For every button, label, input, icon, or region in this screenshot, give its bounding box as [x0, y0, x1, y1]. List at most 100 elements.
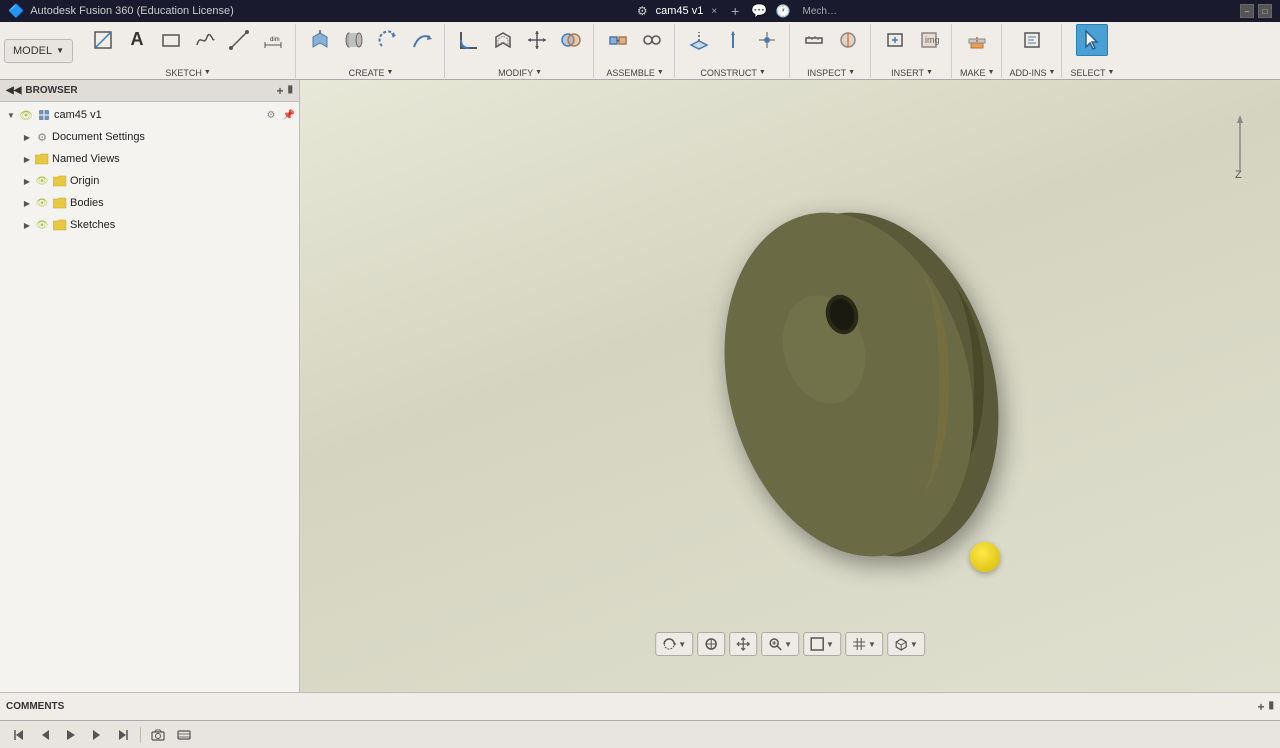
display-mode-btn[interactable]: ▼	[803, 632, 841, 656]
make-3dprint-btn[interactable]	[961, 24, 993, 56]
tree-arrow-bodies: ▶	[20, 199, 34, 208]
line-btn[interactable]	[223, 24, 255, 56]
modify-move-btn[interactable]	[521, 24, 553, 56]
inspect-section-btn[interactable]	[832, 24, 864, 56]
inspect-measure-btn[interactable]	[798, 24, 830, 56]
rectangle-btn[interactable]	[155, 24, 187, 56]
comments-add-btn[interactable]: +	[1257, 700, 1264, 714]
insert-svg-btn[interactable]	[879, 24, 911, 56]
create-sweep-btn[interactable]	[406, 24, 438, 56]
modify-label[interactable]: MODIFY ▼	[498, 68, 542, 78]
assemble-joint-btn[interactable]	[602, 24, 634, 56]
tree-arrow-root: ▼	[4, 111, 18, 120]
timeline-settings-btn[interactable]	[173, 724, 195, 746]
tree-item-root[interactable]: ▼ 👁 cam45 v1 ⚙ 📌	[0, 104, 299, 126]
3d-disk	[694, 185, 1014, 588]
grid-btn[interactable]: ▼	[845, 632, 883, 656]
browser-collapse-icon[interactable]: ◀◀	[6, 85, 21, 96]
insert-canvas-btn[interactable]: img	[913, 24, 945, 56]
minimize-btn[interactable]: –	[1240, 4, 1254, 18]
create-pipe-btn[interactable]	[338, 24, 370, 56]
browser-expand-btn[interactable]: ▮	[287, 84, 293, 98]
toolbar-section-select: SELECT ▼	[1064, 24, 1120, 78]
named-views-label: Named Views	[52, 153, 299, 165]
root-pin-icon[interactable]: 📌	[281, 107, 297, 123]
comments-panel: COMMENTS + ▮	[0, 692, 1280, 720]
timeline-next-btn[interactable]	[86, 724, 108, 746]
root-settings-icon[interactable]: ⚙	[263, 107, 279, 123]
toolbar-section-sketch: A dim SKETCH ▼	[81, 24, 296, 78]
sketch-label[interactable]: SKETCH ▼	[165, 68, 210, 78]
sketch-btn[interactable]	[87, 24, 119, 56]
select-btn[interactable]	[1076, 24, 1108, 56]
tab-bar[interactable]: ⚙ cam45 v1 × + 💬 🕐 Mech…	[234, 3, 1240, 19]
window-controls[interactable]: – □	[1240, 4, 1272, 18]
timeline-last-btn[interactable]	[112, 724, 134, 746]
maximize-btn[interactable]: □	[1258, 4, 1272, 18]
text-btn[interactable]: A	[121, 24, 153, 56]
modify-fillet-btn[interactable]	[453, 24, 485, 56]
tree-item-sketches[interactable]: ▶ 👁 Sketches	[0, 214, 299, 236]
assemble-motion-btn[interactable]	[636, 24, 668, 56]
create-label[interactable]: CREATE ▼	[349, 68, 394, 78]
construct-point-btn[interactable]	[751, 24, 783, 56]
pan-btn[interactable]	[729, 632, 757, 656]
construct-axis-btn[interactable]	[717, 24, 749, 56]
construct-label[interactable]: CONSTRUCT ▼	[700, 68, 765, 78]
pan-origin-btn[interactable]	[697, 632, 725, 656]
browser-add-btn[interactable]: +	[276, 84, 283, 98]
toolbar-section-make: MAKE ▼	[954, 24, 1001, 78]
root-component-icon	[36, 107, 52, 123]
timeline-prev-btn[interactable]	[34, 724, 56, 746]
select-buttons	[1076, 24, 1108, 56]
create-revolve-btn[interactable]	[372, 24, 404, 56]
notifications-icon[interactable]: 💬	[751, 3, 767, 19]
sketches-eye-icon: 👁	[34, 217, 50, 233]
insert-label[interactable]: INSERT ▼	[891, 68, 933, 78]
comments-controls: + ▮	[1257, 700, 1274, 714]
orbit-btn[interactable]: ▼	[655, 632, 693, 656]
dimension-btn[interactable]: dim	[257, 24, 289, 56]
root-eye-icon: 👁	[18, 107, 34, 123]
create-extrude-btn[interactable]	[304, 24, 336, 56]
comments-expand-btn[interactable]: ▮	[1268, 700, 1274, 714]
addins-scripts-btn[interactable]	[1016, 24, 1048, 56]
tab-close-icon[interactable]: ×	[711, 6, 717, 17]
model-dropdown[interactable]: MODEL ▼	[4, 39, 73, 63]
addins-label[interactable]: ADD-INS ▼	[1010, 68, 1056, 78]
svg-text:img: img	[925, 35, 940, 45]
timeline-camera-btn[interactable]	[147, 724, 169, 746]
bodies-label: Bodies	[70, 197, 299, 209]
model-label: MODEL	[13, 45, 52, 57]
spline-btn[interactable]	[189, 24, 221, 56]
inspect-label[interactable]: INSPECT ▼	[807, 68, 855, 78]
viewport[interactable]: Z ▼ ▼ ▼ ▼	[300, 80, 1280, 692]
toolbar-section-assemble: ASSEMBLE ▼	[596, 24, 675, 78]
construct-plane-btn[interactable]	[683, 24, 715, 56]
tree-item-bodies[interactable]: ▶ 👁 Bodies	[0, 192, 299, 214]
zoom-fit-btn[interactable]: ▼	[761, 632, 799, 656]
new-tab-btn[interactable]: +	[731, 3, 739, 19]
file-tab-label[interactable]: cam45 v1	[656, 5, 704, 17]
clock-icon[interactable]: 🕐	[776, 4, 791, 18]
tree-arrow-doc-settings: ▶	[20, 133, 34, 142]
make-label[interactable]: MAKE ▼	[960, 68, 994, 78]
tree-item-doc-settings[interactable]: ▶ ⚙ Document Settings	[0, 126, 299, 148]
select-arrow: ▼	[1107, 69, 1114, 76]
viewcube-btn[interactable]: ▼	[887, 632, 925, 656]
addins-arrow: ▼	[1049, 69, 1056, 76]
make-arrow: ▼	[988, 69, 995, 76]
browser-tree: ▼ 👁 cam45 v1 ⚙ 📌 ▶ ⚙ Document Settings ▶	[0, 102, 299, 692]
assemble-label[interactable]: ASSEMBLE ▼	[606, 68, 663, 78]
browser-title: BROWSER	[25, 85, 77, 96]
tree-arrow-origin: ▶	[20, 177, 34, 186]
modify-combine-btn[interactable]	[555, 24, 587, 56]
tree-item-origin[interactable]: ▶ 👁 Origin	[0, 170, 299, 192]
timeline-first-btn[interactable]	[8, 724, 30, 746]
select-label[interactable]: SELECT ▼	[1070, 68, 1114, 78]
tree-item-named-views[interactable]: ▶ Named Views	[0, 148, 299, 170]
sketch-buttons: A dim	[87, 24, 289, 56]
disk-svg	[694, 185, 1014, 585]
modify-shell-btn[interactable]	[487, 24, 519, 56]
timeline-play-btn[interactable]	[60, 724, 82, 746]
